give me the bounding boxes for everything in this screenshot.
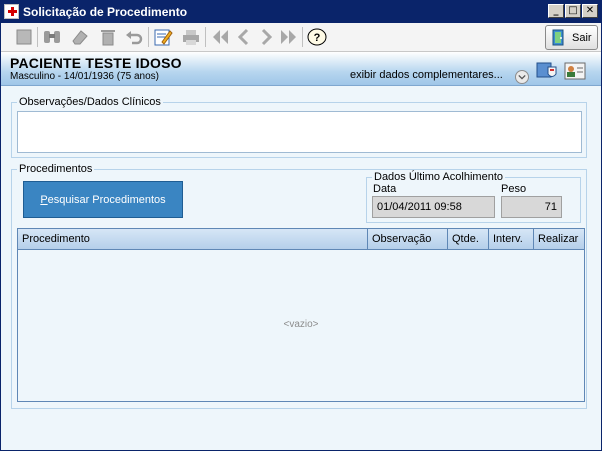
complementary-data-link[interactable]: exibir dados complementares... [350, 69, 503, 81]
first-icon[interactable] [209, 26, 231, 48]
procedures-legend: Procedimentos [17, 163, 95, 175]
minimize-button[interactable]: _ [548, 4, 564, 18]
procedures-table[interactable]: Procedimento Observação Qtde. Interv. Re… [17, 228, 585, 402]
column-procedimento[interactable]: Procedimento [18, 229, 368, 250]
column-qtde[interactable]: Qtde. [448, 229, 489, 250]
search-button-label: esquisar Procedimentos [47, 193, 166, 206]
title-bar: Solicitação de Procedimento _ □ ✕ [1, 1, 601, 23]
app-logo-icon [4, 4, 19, 19]
eraser-icon[interactable] [69, 26, 91, 48]
column-realizar[interactable]: Realizar [534, 229, 584, 250]
previous-icon[interactable] [233, 26, 255, 48]
toolbar-separator [302, 27, 303, 47]
door-exit-icon [552, 29, 566, 46]
observations-group: Observações/Dados Clínicos [11, 96, 587, 158]
close-button[interactable]: ✕ [582, 4, 598, 18]
date-field: 01/04/2011 09:58 [372, 196, 495, 218]
weight-label: Peso [501, 183, 527, 195]
chevron-down-icon[interactable] [515, 70, 529, 84]
toolbar: ? Sair [1, 23, 601, 52]
toolbar-separator [148, 27, 149, 47]
application-window: Solicitação de Procedimento _ □ ✕ ? Sair… [0, 0, 602, 451]
patient-info: Masculino - 14/01/1936 (75 anos) [10, 71, 159, 82]
empty-table-message: <vazio> [283, 319, 319, 330]
exit-button[interactable]: Sair [545, 25, 598, 50]
column-interv[interactable]: Interv. [489, 229, 534, 250]
observations-legend: Observações/Dados Clínicos [17, 96, 163, 108]
undo-icon[interactable] [123, 26, 145, 48]
weight-field: 71 [501, 196, 562, 218]
column-observacao[interactable]: Observação [368, 229, 448, 250]
last-reception-legend: Dados Último Acolhimento [372, 171, 506, 183]
patient-card-icon[interactable] [564, 61, 586, 81]
last-icon[interactable] [278, 26, 300, 48]
trash-icon[interactable] [97, 26, 119, 48]
patient-name: PACIENTE TESTE IDOSO [10, 55, 182, 71]
observations-textarea[interactable] [17, 111, 582, 153]
toolbar-separator [37, 27, 38, 47]
maximize-button[interactable]: □ [565, 4, 581, 18]
exit-label: Sair [572, 31, 592, 44]
security-shield-icon[interactable] [536, 61, 558, 81]
window-title: Solicitação de Procedimento [23, 5, 188, 19]
help-icon[interactable]: ? [306, 26, 328, 48]
table-header: Procedimento Observação Qtde. Interv. Re… [18, 229, 584, 250]
search-procedures-button[interactable]: Pesquisar Procedimentos [23, 181, 183, 218]
toolbar-separator [205, 27, 206, 47]
svg-text:?: ? [314, 32, 321, 44]
edit-icon[interactable] [152, 26, 174, 48]
patient-header: PACIENTE TESTE IDOSO Masculino - 14/01/1… [1, 52, 601, 86]
next-icon[interactable] [255, 26, 277, 48]
print-icon[interactable] [180, 26, 202, 48]
date-label: Data [373, 183, 397, 195]
new-icon[interactable] [13, 26, 35, 48]
binoculars-icon[interactable] [41, 26, 63, 48]
search-button-accelerator: P [40, 193, 48, 206]
